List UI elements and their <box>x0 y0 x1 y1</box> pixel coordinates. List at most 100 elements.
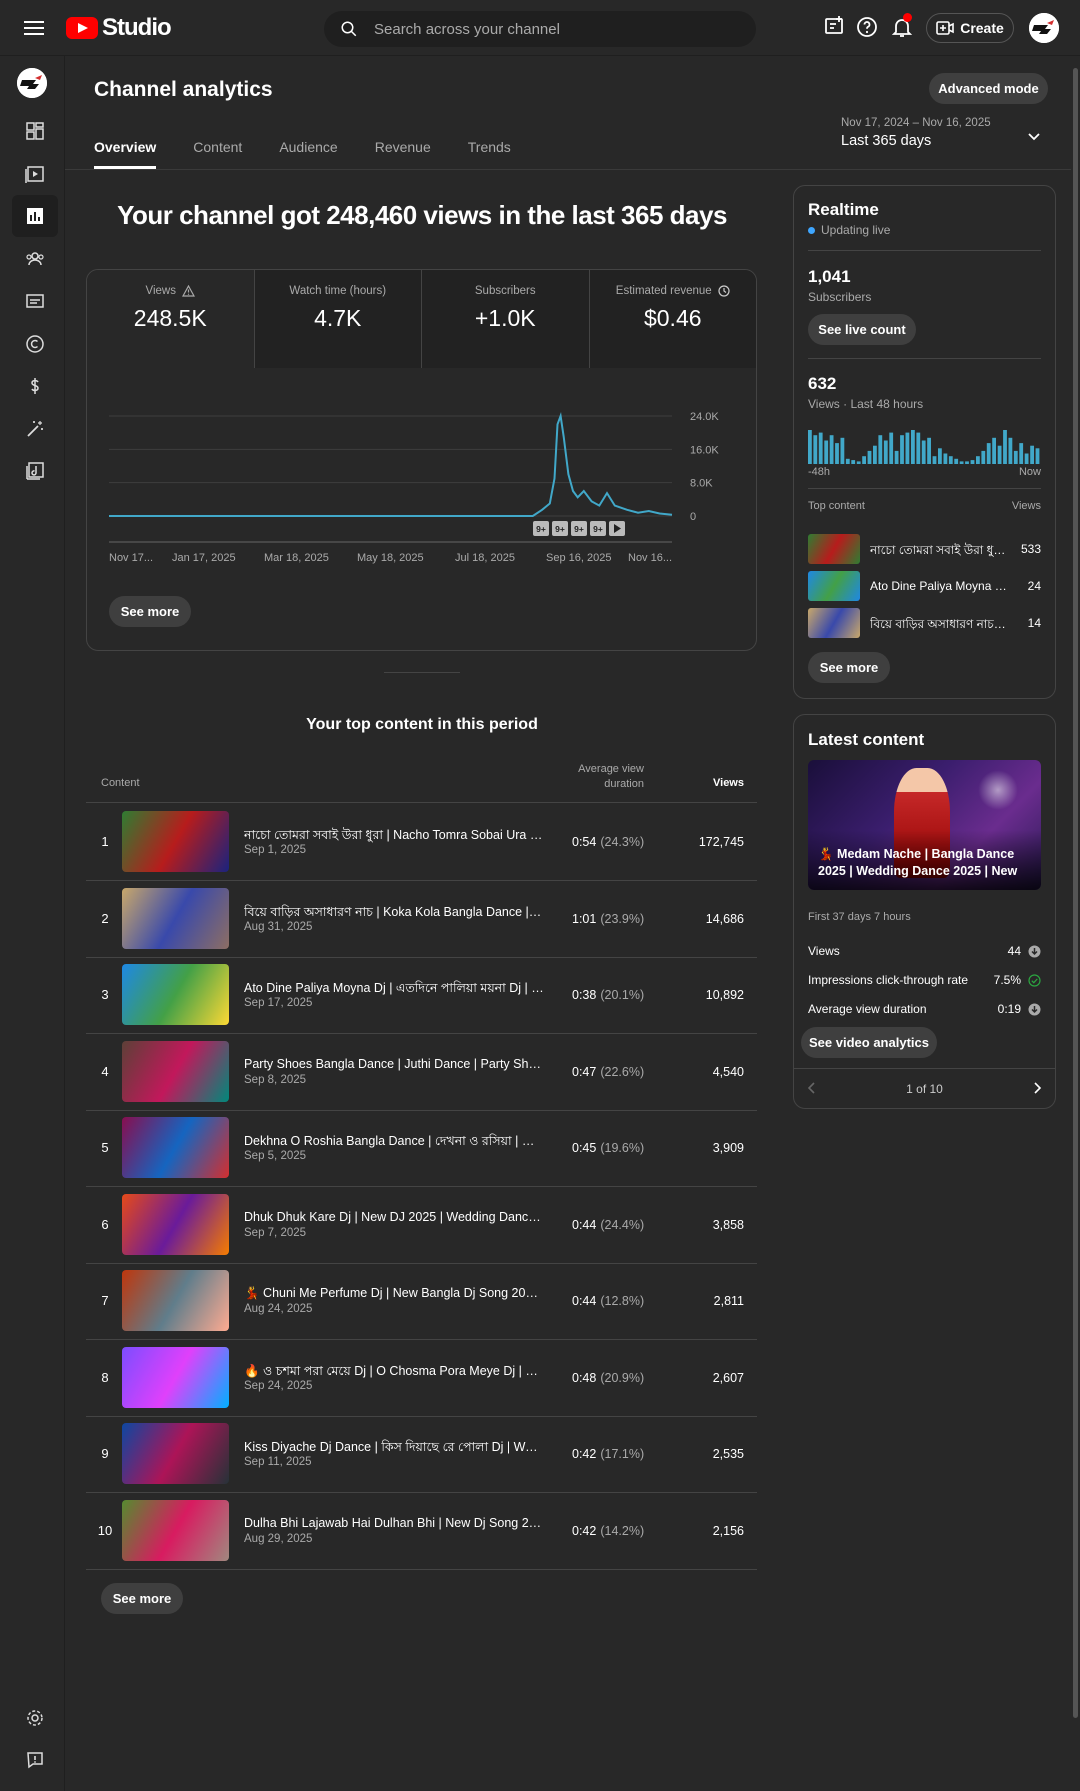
table-row[interactable]: 1 নাচো তোমরা সবাই উরা ধুরা | Nacho Tomra … <box>86 804 757 881</box>
realtime-top-content-item[interactable]: নাচো তোমরা সবাই উরা ধুরা | Nacho Tomra 53… <box>808 534 1041 564</box>
tab-audience[interactable]: Audience <box>279 139 337 169</box>
column-header-avg-view-duration[interactable]: Average view duration <box>554 762 644 792</box>
dashboard-icon <box>26 122 44 140</box>
tab-overview[interactable]: Overview <box>94 139 157 169</box>
kpi-views[interactable]: Views 248.5K <box>87 270 255 368</box>
avg-view-duration: 0:47 (22.6%) <box>572 1065 682 1079</box>
search-bar[interactable] <box>324 11 756 47</box>
video-title[interactable]: Dhuk Dhuk Kare Dj | New DJ 2025 | Weddin… <box>244 1210 544 1224</box>
channel-avatar[interactable] <box>17 68 47 98</box>
video-thumbnail[interactable] <box>122 1346 229 1408</box>
video-date: Sep 24, 2025 <box>244 1379 313 1392</box>
nav-send-feedback[interactable] <box>12 1739 58 1781</box>
create-button[interactable]: Create <box>926 13 1014 43</box>
chevron-down-icon[interactable] <box>1026 129 1042 145</box>
video-thumbnail[interactable] <box>122 811 229 872</box>
video-title[interactable]: Dulha Bhi Lajawab Hai Dulhan Bhi | New D… <box>244 1516 544 1530</box>
video-thumbnail[interactable] <box>122 887 229 949</box>
see-video-analytics-button[interactable]: See video analytics <box>801 1027 937 1058</box>
table-row[interactable]: 9 Kiss Diyache Dj Dance | কিস দিয়াছে রে … <box>86 1416 757 1493</box>
account-avatar[interactable] <box>1029 13 1059 43</box>
youtube-studio-logo[interactable]: Studio <box>66 14 172 42</box>
nav-community[interactable] <box>12 238 58 280</box>
x-tick-label: Nov 16... <box>628 552 672 564</box>
nav-earn[interactable] <box>12 365 58 407</box>
overview-see-more-button[interactable]: See more <box>109 596 191 627</box>
search-input[interactable] <box>374 20 734 38</box>
table-row[interactable]: 8 🔥 ও চশমা পরা মেয়ে Dj | O Chosma Pora M… <box>86 1340 757 1417</box>
page-scrollbar[interactable] <box>1073 68 1078 1718</box>
notifications-icon[interactable] <box>890 13 914 39</box>
nav-settings[interactable] <box>12 1697 58 1739</box>
create-label: Create <box>960 20 1004 36</box>
video-thumbnail[interactable] <box>122 1193 229 1255</box>
avd-value: 0:54 <box>572 835 597 849</box>
realtime-see-more-button[interactable]: See more <box>808 652 890 683</box>
video-title[interactable]: Party Shoes Bangla Dance | Juthi Dance |… <box>244 1057 544 1071</box>
top-bar: Studio Create <box>0 0 1080 56</box>
nav-dashboard[interactable] <box>12 110 58 152</box>
kpi-subscribers[interactable]: Subscribers +1.0K <box>422 270 590 368</box>
table-row[interactable]: 4 Party Shoes Bangla Dance | Juthi Dance … <box>86 1034 757 1111</box>
see-live-count-button[interactable]: See live count <box>808 314 916 345</box>
realtime-top-content-item[interactable]: Ato Dine Paliya Moyna Dj | Bangla 24 <box>808 571 1041 601</box>
tab-revenue[interactable]: Revenue <box>375 139 431 169</box>
help-icon[interactable] <box>855 15 879 39</box>
x-tick-label: Jul 18, 2025 <box>455 552 515 564</box>
table-row[interactable]: 6 Dhuk Dhuk Kare Dj | New DJ 2025 | Weddi… <box>86 1187 757 1264</box>
chevron-right-icon[interactable] <box>1030 1081 1044 1095</box>
video-thumbnail[interactable] <box>122 1040 229 1102</box>
realtime-views-sparkline[interactable] <box>808 430 1041 464</box>
nav-subtitles[interactable] <box>12 280 58 322</box>
latest-video-thumbnail[interactable]: 💃 Medam Nache | Bangla Dance 2025 | Wedd… <box>808 760 1041 890</box>
sparkline-bar <box>916 432 921 464</box>
video-title: বিয়ে বাড়ির অসাধারণ নাচ | Koka Kola <box>870 617 1008 631</box>
table-row[interactable]: 5 Dekhna O Roshia Bangla Dance | দেখনা ও … <box>86 1110 757 1187</box>
video-thumbnail[interactable] <box>122 1423 229 1484</box>
sparkline-bar <box>921 440 926 464</box>
kpi-watch-time[interactable]: Watch time (hours) 4.7K <box>254 270 422 368</box>
video-thumbnail[interactable] <box>122 1499 229 1561</box>
top-content-see-more-button[interactable]: See more <box>101 1583 183 1614</box>
sparkline-bar <box>1019 443 1024 464</box>
realtime-top-content-item[interactable]: বিয়ে বাড়ির অসাধারণ নাচ | Koka Kola 14 <box>808 608 1041 638</box>
kpi-revenue-value: $0.46 <box>643 305 702 331</box>
views-line-chart[interactable]: 24.0K 16.0K 8.0K 0 Nov 17... Jan 17, 2025 Mar … <box>87 368 757 568</box>
video-thumbnail[interactable] <box>122 1270 229 1331</box>
nav-copyright[interactable] <box>12 323 58 365</box>
sparkline-bar <box>1013 450 1018 464</box>
magic-wand-icon <box>27 421 43 437</box>
sparkline-bar <box>851 460 856 464</box>
row-rank: 7 <box>101 1293 109 1308</box>
avd-value: 0:44 <box>572 1294 597 1308</box>
video-thumbnail[interactable] <box>122 964 229 1025</box>
feedback-icon[interactable] <box>822 15 846 39</box>
column-header-views[interactable]: Views <box>676 777 744 789</box>
sparkline-bar <box>1024 453 1029 464</box>
table-row[interactable]: 10 Dulha Bhi Lajawab Hai Dulhan Bhi | New… <box>86 1493 757 1570</box>
section-divider <box>384 672 460 673</box>
nav-customization[interactable] <box>12 408 58 450</box>
video-thumbnail[interactable] <box>122 1117 229 1178</box>
video-title[interactable]: 💃 Chuni Me Perfume Dj | New Bangla Dj So… <box>244 1286 544 1301</box>
advanced-mode-button[interactable]: Advanced mode <box>929 73 1048 104</box>
table-row[interactable]: 3 Ato Dine Paliya Moyna Dj | এতদিনে পালিয… <box>86 957 757 1034</box>
table-row[interactable]: 7 💃 Chuni Me Perfume Dj | New Bangla Dj S… <box>86 1263 757 1340</box>
nav-audio-library[interactable] <box>12 450 58 492</box>
create-video-icon <box>936 21 955 35</box>
sparkline-bar <box>862 456 866 464</box>
nav-analytics[interactable] <box>12 195 58 237</box>
nav-content[interactable] <box>12 153 58 195</box>
video-date: Sep 17, 2025 <box>244 997 313 1009</box>
tab-trends[interactable]: Trends <box>468 139 511 169</box>
kpi-revenue[interactable]: Estimated revenue $0.46 <box>589 270 756 368</box>
date-range-picker[interactable]: Nov 17, 2024 – Nov 16, 2025 Last 365 day… <box>841 117 991 149</box>
channel-logo-icon <box>1029 13 1059 43</box>
tab-content[interactable]: Content <box>193 139 242 169</box>
avd-percent: (20.9%) <box>600 1370 645 1385</box>
table-row[interactable]: 2 বিয়ে বাড়ির অসাধারণ নাচ | Koka Kola Ba… <box>86 881 757 958</box>
avd-value: 0:48 <box>572 1370 597 1385</box>
menu-icon[interactable] <box>22 17 46 39</box>
metric-label: Average view duration <box>808 1002 927 1016</box>
views-series-line[interactable] <box>109 412 673 517</box>
